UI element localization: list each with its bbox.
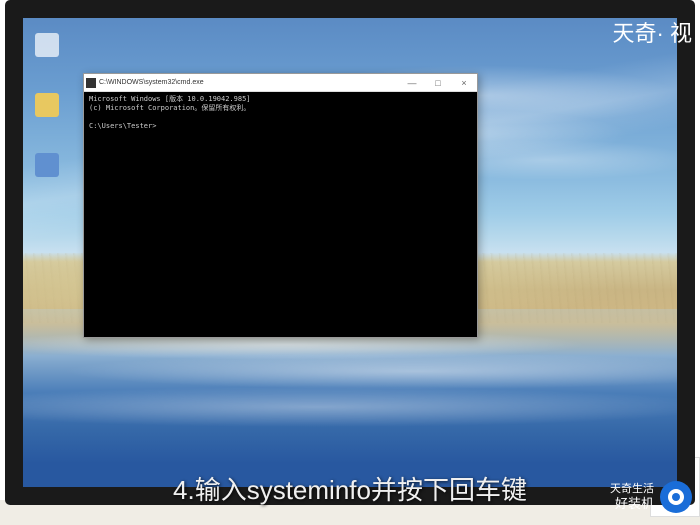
cmd-title: C:\WINDOWS\system32\cmd.exe xyxy=(99,79,405,86)
cmd-line1: Microsoft Windows [版本 10.0.19042.985] xyxy=(89,95,251,103)
desktop-icon-2[interactable] xyxy=(31,93,63,133)
cmd-icon xyxy=(86,78,96,88)
minimize-button[interactable]: — xyxy=(405,78,419,88)
watermark-line1: 天奇生活 xyxy=(610,483,654,496)
watermark-text: 天奇生活 好装机 xyxy=(610,483,654,512)
cmd-titlebar[interactable]: C:\WINDOWS\system32\cmd.exe — □ × xyxy=(84,74,477,92)
watermark-line2: 好装机 xyxy=(615,496,654,512)
app-icon xyxy=(35,153,59,177)
monitor-frame: C:\WINDOWS\system32\cmd.exe — □ × Micros… xyxy=(5,0,695,505)
close-button[interactable]: × xyxy=(457,78,471,88)
maximize-button[interactable]: □ xyxy=(431,78,445,88)
cmd-terminal[interactable]: Microsoft Windows [版本 10.0.19042.985] (c… xyxy=(84,92,477,337)
desktop-icon-1[interactable] xyxy=(31,33,63,73)
file-icon xyxy=(35,33,59,57)
cmd-line2: (c) Microsoft Corporation。保留所有权利。 xyxy=(89,104,250,112)
desktop-icon-3[interactable] xyxy=(31,153,63,193)
folder-icon xyxy=(35,93,59,117)
cmd-prompt: C:\Users\Tester> xyxy=(89,122,156,130)
eye-logo-icon xyxy=(660,481,692,513)
instruction-subtitle: 4.输入systeminfo并按下回车键 xyxy=(0,470,700,507)
window-controls: — □ × xyxy=(405,78,475,88)
desktop-wallpaper[interactable]: C:\WINDOWS\system32\cmd.exe — □ × Micros… xyxy=(23,18,677,487)
cmd-window[interactable]: C:\WINDOWS\system32\cmd.exe — □ × Micros… xyxy=(83,73,478,338)
watermark-top-right: 天奇· 视 xyxy=(605,12,700,52)
eye-inner-icon xyxy=(668,489,684,505)
watermark-bottom-right: 天奇生活 好装机 xyxy=(610,481,692,513)
